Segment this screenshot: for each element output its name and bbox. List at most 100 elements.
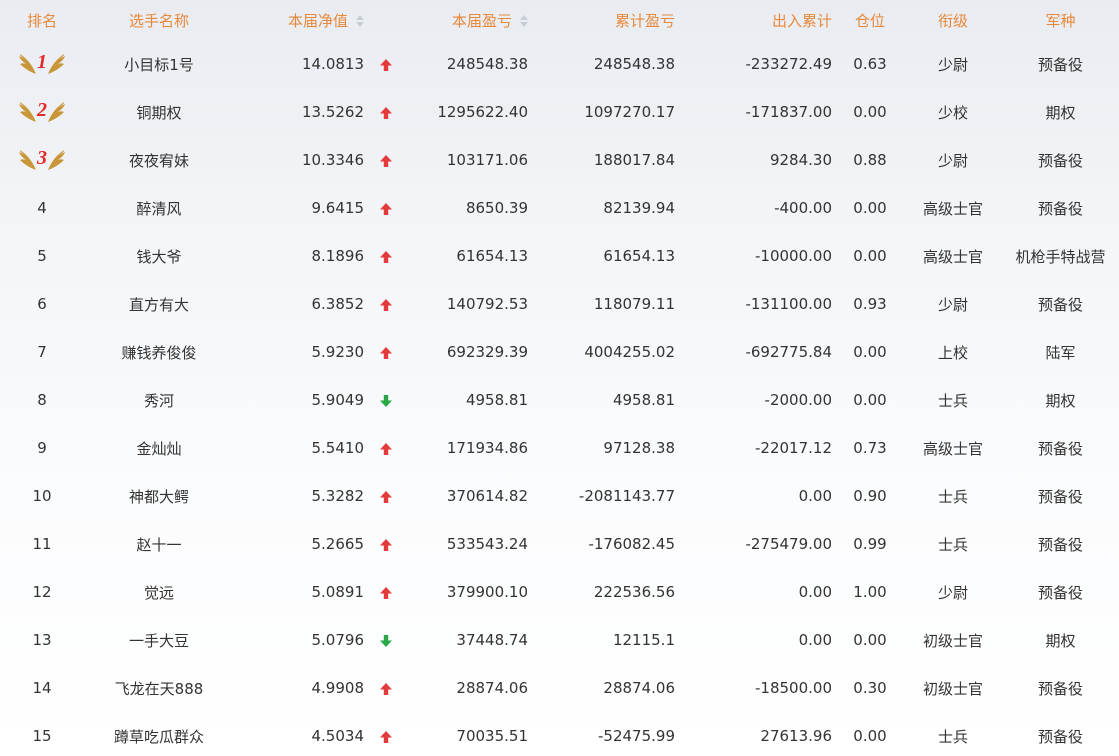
- pl-value: 248548.38: [446, 55, 528, 73]
- player-name-cell[interactable]: 铜期权: [84, 88, 234, 136]
- arrow-up-icon: [379, 346, 393, 360]
- player-name-cell[interactable]: 醉清风: [84, 184, 234, 232]
- cum-value: 97128.38: [603, 439, 675, 457]
- cum-cell: 4958.81: [528, 376, 675, 424]
- header-nav-label[interactable]: 本届净值: [288, 12, 348, 30]
- player-name-cell[interactable]: 蹲草吃瓜群众: [84, 712, 234, 756]
- position-cell: 0.99: [832, 520, 908, 568]
- player-name-cell[interactable]: 一手大豆: [84, 616, 234, 664]
- table-row[interactable]: 7 赚钱养俊俊 5.9230 692329.39 4004255.02 -692…: [0, 328, 1119, 376]
- pl-value: 37448.74: [456, 631, 528, 649]
- player-name-cell[interactable]: 觉远: [84, 568, 234, 616]
- player-name-cell[interactable]: 金灿灿: [84, 424, 234, 472]
- rank-number: 12: [32, 583, 52, 601]
- cum-value: 1097270.17: [584, 103, 675, 121]
- player-name[interactable]: 飞龙在天888: [115, 680, 204, 698]
- table-row[interactable]: 13 一手大豆 5.0796 37448.74 12115.1 0.00 0.0…: [0, 616, 1119, 664]
- player-name[interactable]: 直方有大: [129, 296, 189, 314]
- arm-value: 预备役: [1037, 199, 1083, 218]
- header-pl-label[interactable]: 本届盈亏: [452, 12, 512, 30]
- trend-cell: [368, 472, 398, 520]
- player-name-cell[interactable]: 钱大爷: [84, 232, 234, 280]
- cum-value: -2081143.77: [578, 487, 675, 505]
- table-row[interactable]: 4 醉清风 9.6415 8650.39 82139.94 -400.00 0.…: [0, 184, 1119, 232]
- flow-cell: -692775.84: [675, 328, 832, 376]
- flow-value: -10000.00: [755, 247, 832, 265]
- player-name[interactable]: 夜夜宥妹: [129, 152, 189, 170]
- cum-cell: 248548.38: [528, 40, 675, 88]
- nav-cell: 5.9230: [234, 328, 368, 376]
- arm-cell: 预备役: [998, 664, 1119, 712]
- pl-cell: 28874.06: [398, 664, 528, 712]
- winged-medal-icon: 2: [16, 98, 68, 126]
- player-name-cell[interactable]: 夜夜宥妹: [84, 136, 234, 184]
- player-name[interactable]: 蹲草吃瓜群众: [114, 728, 204, 746]
- table-row[interactable]: 14 飞龙在天888 4.9908 28874.06 28874.06 -185…: [0, 664, 1119, 712]
- position-value: 0.00: [853, 343, 887, 361]
- cum-cell: 82139.94: [528, 184, 675, 232]
- flow-cell: -275479.00: [675, 520, 832, 568]
- player-name[interactable]: 秀河: [144, 392, 174, 410]
- table-row[interactable]: 11 赵十一 5.2665 533543.24 -176082.45 -2754…: [0, 520, 1119, 568]
- table-row[interactable]: 12 觉远 5.0891 379900.10 222536.56 0.00 1.…: [0, 568, 1119, 616]
- position-value: 0.00: [853, 727, 887, 745]
- table-row[interactable]: 9 金灿灿 5.5410 171934.86 97128.38 -22017.1…: [0, 424, 1119, 472]
- flow-value: 0.00: [798, 631, 832, 649]
- rank-cell: 11: [0, 520, 84, 568]
- military-rank-cell: 少尉: [908, 280, 998, 328]
- cum-value: 118079.11: [593, 295, 675, 313]
- player-name[interactable]: 铜期权: [136, 104, 181, 122]
- nav-value: 8.1896: [311, 247, 365, 265]
- player-name-cell[interactable]: 神都大鳄: [84, 472, 234, 520]
- position-value: 0.73: [853, 439, 887, 457]
- trend-cell: [368, 424, 398, 472]
- player-name[interactable]: 一手大豆: [129, 632, 189, 650]
- sort-icon[interactable]: [520, 15, 528, 27]
- table-row[interactable]: 10 神都大鳄 5.3282 370614.82 -2081143.77 0.0…: [0, 472, 1119, 520]
- flow-value: 27613.96: [760, 727, 832, 745]
- military-rank-value: 士兵: [937, 391, 968, 410]
- table-row[interactable]: 5 钱大爷 8.1896 61654.13 61654.13 -10000.00…: [0, 232, 1119, 280]
- pl-cell: 8650.39: [398, 184, 528, 232]
- player-name[interactable]: 神都大鳄: [129, 488, 189, 506]
- arrow-up-icon: [379, 682, 393, 696]
- player-name-cell[interactable]: 赚钱养俊俊: [84, 328, 234, 376]
- header-rank-label: 排名: [26, 11, 57, 30]
- player-name-cell[interactable]: 直方有大: [84, 280, 234, 328]
- cum-cell: 4004255.02: [528, 328, 675, 376]
- player-name-cell[interactable]: 赵十一: [84, 520, 234, 568]
- cum-cell: 1097270.17: [528, 88, 675, 136]
- header-nav[interactable]: 本届净值: [234, 0, 368, 40]
- winged-medal-icon: 3: [16, 146, 68, 174]
- player-name[interactable]: 觉远: [144, 584, 174, 602]
- nav-cell: 5.2665: [234, 520, 368, 568]
- pl-cell: 70035.51: [398, 712, 528, 756]
- player-name[interactable]: 钱大爷: [136, 248, 181, 266]
- player-name[interactable]: 赵十一: [136, 536, 181, 554]
- military-rank-value: 初级士官: [922, 679, 983, 698]
- table-row[interactable]: 2 铜期权 13.5262 1295622.40 1097270.17 -171…: [0, 88, 1119, 136]
- player-name[interactable]: 赚钱养俊俊: [121, 344, 196, 362]
- flow-value: -400.00: [774, 199, 832, 217]
- position-cell: 0.00: [832, 376, 908, 424]
- player-name-cell[interactable]: 小目标1号: [84, 40, 234, 88]
- arm-cell: 预备役: [998, 40, 1119, 88]
- player-name-cell[interactable]: 秀河: [84, 376, 234, 424]
- table-row[interactable]: 6 直方有大 6.3852 140792.53 118079.11 -13110…: [0, 280, 1119, 328]
- sort-icon[interactable]: [356, 15, 364, 27]
- arm-value: 预备役: [1037, 679, 1083, 698]
- table-row[interactable]: 3 夜夜宥妹 10.3346 103171.06 188017.84 9284.…: [0, 136, 1119, 184]
- player-name[interactable]: 金灿灿: [136, 440, 181, 458]
- arrow-up-icon: [379, 202, 393, 216]
- trend-cell: [368, 232, 398, 280]
- header-pl[interactable]: 本届盈亏: [398, 0, 528, 40]
- player-name[interactable]: 小目标1号: [124, 56, 194, 74]
- cum-value: 82139.94: [603, 199, 675, 217]
- pl-cell: 61654.13: [398, 232, 528, 280]
- pl-value: 4958.81: [465, 391, 528, 409]
- table-row[interactable]: 15 蹲草吃瓜群众 4.5034 70035.51 -52475.99 2761…: [0, 712, 1119, 756]
- player-name[interactable]: 醉清风: [136, 200, 181, 218]
- table-row[interactable]: 8 秀河 5.9049 4958.81 4958.81 -2000.00 0.0…: [0, 376, 1119, 424]
- player-name-cell[interactable]: 飞龙在天888: [84, 664, 234, 712]
- table-row[interactable]: 1 小目标1号 14.0813 248548.38 248548.38 -233…: [0, 40, 1119, 88]
